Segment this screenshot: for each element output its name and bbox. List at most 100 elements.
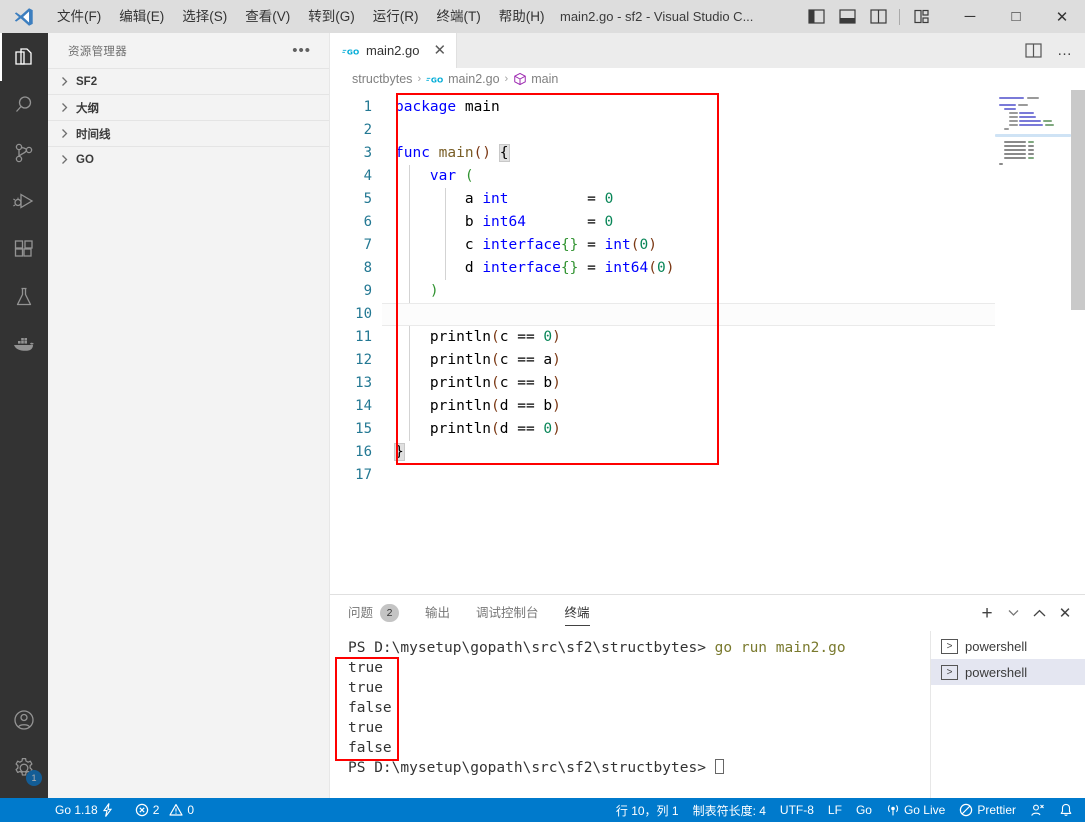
editor-scrollbar[interactable] [1071,90,1085,646]
activity-docker[interactable] [0,321,48,369]
panel-tab-output[interactable]: 输出 [425,595,450,631]
sidebar-section-outline[interactable]: 大纲 [48,94,329,120]
menu-go[interactable]: 转到(G) [299,5,364,29]
status-prettier[interactable]: Prettier [952,798,1023,822]
code-line-7: c interface{} = int(0) [464,237,657,253]
chevron-right-icon [56,126,72,142]
customize-layout-icon[interactable] [907,4,935,30]
menu-file[interactable]: 文件(F) [48,5,110,29]
menu-run[interactable]: 运行(R) [364,5,428,29]
status-cursor-position[interactable]: 行 10，列 1 [609,798,686,822]
sidebar-header: 资源管理器 ••• [48,33,329,68]
status-indentation[interactable]: 制表符长度: 4 [686,798,773,822]
code-line-13: println(c == b) [429,375,561,391]
activity-run-debug[interactable] [0,177,48,225]
svg-text:GO: GO [347,47,359,56]
terminal-dropdown-icon[interactable] [1001,600,1025,626]
sidebar-section-timeline[interactable]: 时间线 [48,120,329,146]
terminal-list-item-1[interactable]: > powershell [931,633,1085,659]
activity-search[interactable] [0,81,48,129]
menu-selection[interactable]: 选择(S) [173,5,236,29]
close-panel-icon[interactable]: ✕ [1053,600,1077,626]
toggle-primary-sidebar-icon[interactable] [802,4,830,30]
sidebar-more-actions-icon[interactable]: ••• [292,42,311,59]
line-number: 1 [363,99,372,115]
line-number: 11 [355,329,372,345]
status-eol[interactable]: LF [821,798,849,822]
line-number: 10 [355,306,372,322]
editor-tab-main2go[interactable]: GO main2.go ✕ [330,33,458,68]
split-editor-right-icon[interactable] [1019,37,1047,65]
run-debug-icon [13,193,34,209]
menu-help[interactable]: 帮助(H) [490,5,554,29]
breadcrumb-separator: › [504,73,509,85]
sidebar-section-label: GO [76,153,94,166]
panel-tab-terminal[interactable]: 终端 [564,595,590,631]
panel-actions: + ✕ [975,595,1077,631]
minimize-button[interactable]: ─ [947,0,993,33]
activity-extensions[interactable] [0,225,48,273]
breadcrumb-item-symbol[interactable]: main [513,72,558,86]
line-number: 16 [355,444,372,460]
close-button[interactable]: ✕ [1039,0,1085,33]
activity-source-control[interactable] [0,129,48,177]
status-remote[interactable] [1023,798,1052,822]
chevron-right-icon [56,74,72,90]
warning-triangle-icon [169,803,183,817]
sidebar-section-sf2[interactable]: SF2 [48,68,329,94]
editor-scrollbar-thumb[interactable] [1071,90,1085,310]
terminal-list: > powershell > powershell [930,631,1085,799]
status-encoding[interactable]: UTF-8 [773,798,821,822]
editor-tab-close-icon[interactable]: ✕ [433,43,446,58]
activity-explorer[interactable] [0,33,48,81]
code-line-3: func main() { [395,144,510,162]
code-line-16: } [394,443,405,461]
status-notifications[interactable] [1052,798,1085,822]
svg-text:GO: GO [431,75,443,84]
terminal-output[interactable]: PS D:\mysetup\gopath\src\sf2\structbytes… [330,631,930,799]
chevron-right-icon [56,152,72,168]
status-go-version-label: Go 1.18 [55,803,98,817]
extensions-icon [14,240,33,257]
toggle-panel-icon[interactable] [833,4,861,30]
activity-accounts[interactable] [0,696,48,744]
maximize-button[interactable]: □ [993,0,1039,33]
activity-testing[interactable] [0,273,48,321]
terminal-list-item-2[interactable]: > powershell [931,659,1085,685]
window-title: main2.go - sf2 - Visual Studio C... [560,9,754,24]
breadcrumb-separator: › [417,73,422,85]
panel-tab-label: 问题 [348,606,374,620]
code-lines: package main func main() { var ( a int =… [382,90,1085,646]
status-problems[interactable]: 2 0 [128,798,201,822]
toggle-secondary-sidebar-icon[interactable] [864,4,892,30]
chevron-right-icon [56,100,72,116]
breadcrumb-item-folder[interactable]: structbytes [352,72,412,86]
activity-settings[interactable]: 1 [0,744,48,792]
status-go-live[interactable]: Go Live [879,798,952,822]
panel-tab-problems[interactable]: 问题 2 [348,595,400,631]
code-editor[interactable]: 1 2 3 4 5 6 7 8 9 10 11 12 13 14 15 16 1 [330,90,1085,646]
new-terminal-icon[interactable]: + [975,600,999,626]
menu-view[interactable]: 查看(V) [236,5,299,29]
panel-tab-debug-console[interactable]: 调试控制台 [476,595,539,631]
layout-controls [802,0,935,33]
editor-tabs-bar: GO main2.go ✕ … [330,33,1085,68]
status-language-mode[interactable]: Go [849,798,879,822]
breadcrumb-folder-label: structbytes [352,72,413,86]
layout-separator [899,8,900,25]
code-line-9: ) [429,283,439,299]
bottom-panel: 问题 2 输出 调试控制台 终端 + ✕ PS D:\mysetup\gopat… [330,594,1085,799]
menu-edit[interactable]: 编辑(E) [110,5,173,29]
sidebar-section-go[interactable]: GO [48,146,329,172]
minimap[interactable] [995,90,1071,646]
terminal-prompt: PS D:\mysetup\gopath\src\sf2\structbytes… [348,640,706,656]
status-go-version[interactable]: Go 1.18 [48,798,120,822]
menu-terminal[interactable]: 终端(T) [428,5,490,29]
source-control-icon [15,143,33,163]
problems-badge: 2 [380,604,400,622]
feedback-icon [1030,803,1045,818]
more-editor-actions-icon[interactable]: … [1051,37,1079,65]
breadcrumb-item-file[interactable]: GO main2.go [426,72,500,86]
maximize-panel-icon[interactable] [1027,600,1051,626]
